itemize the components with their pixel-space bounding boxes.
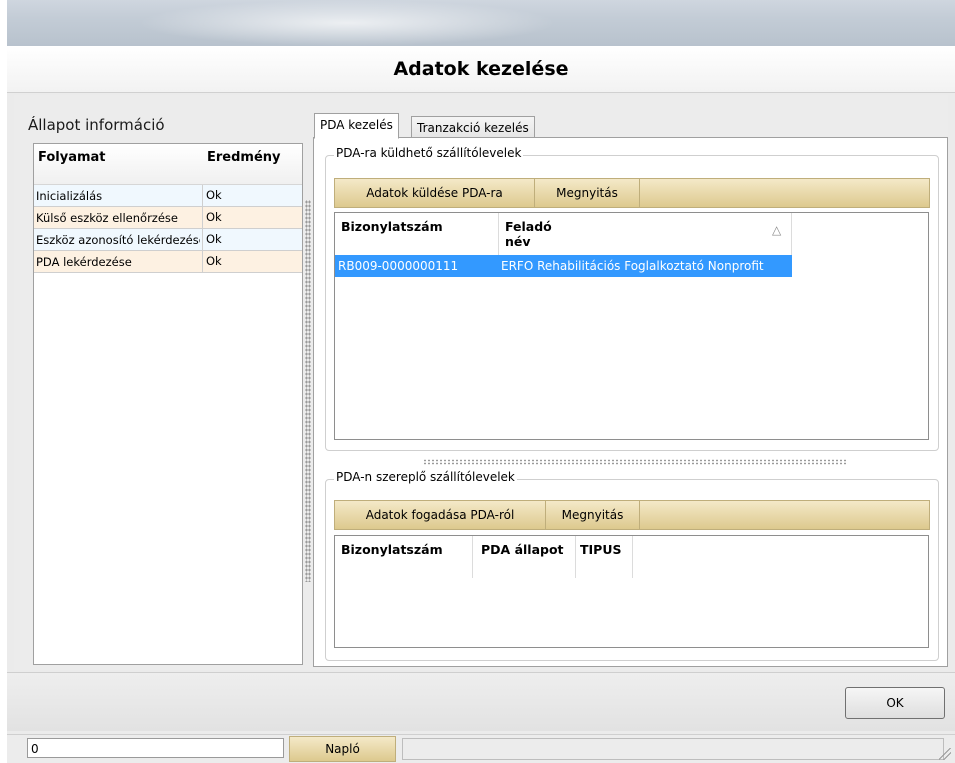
status-process: Inicializálás [36, 189, 103, 203]
resize-grip-icon[interactable] [939, 748, 951, 760]
status-message-field [402, 738, 944, 760]
status-process: PDA lekérdezése [36, 255, 132, 269]
dialog-title: Adatok kezelése [7, 46, 955, 93]
status-grid-header: Folyamat Eredmény [34, 144, 302, 185]
send-to-pda-button[interactable]: Adatok küldése PDA-ra [335, 179, 535, 207]
status-result: Ok [202, 229, 222, 250]
horizontal-splitter[interactable] [423, 459, 847, 465]
tab-pda-management[interactable]: PDA kezelés [314, 113, 399, 139]
status-row[interactable]: Külső eszköz ellenőrzése Ok [34, 207, 302, 229]
window-titlebar[interactable] [7, 0, 955, 46]
status-result: Ok [202, 251, 222, 272]
column-header-doc-number[interactable]: Bizonylatszám [341, 219, 443, 234]
send-group-legend: PDA-ra küldhető szállítólevelek [334, 146, 524, 160]
open-send-button[interactable]: Megnyitás [535, 179, 640, 207]
status-row[interactable]: PDA lekérdezése Ok [34, 251, 302, 273]
receive-from-pda-button[interactable]: Adatok fogadása PDA-ról [335, 501, 546, 529]
column-header-doc-number[interactable]: Bizonylatszám [341, 542, 443, 557]
receive-list-header: Bizonylatszám PDA állapot TIPUS [335, 536, 928, 578]
send-list-header: Bizonylatszám Feladó név △ [335, 213, 928, 255]
sender-name-cell: ERFO Rehabilitációs Foglalkoztató Nonpro… [501, 259, 764, 273]
status-row[interactable]: Inicializálás Ok [34, 185, 302, 207]
button-bar [7, 672, 955, 731]
status-result: Ok [202, 207, 222, 228]
receive-toolbar: Adatok fogadása PDA-ról Megnyitás [334, 500, 930, 530]
status-panel-title: Állapot információ [28, 116, 165, 134]
send-list[interactable]: Bizonylatszám Feladó név △ RB009-0000000… [334, 212, 929, 440]
status-process: Külső eszköz ellenőrzése [36, 211, 178, 225]
dialog-window: Adatok kezelése Állapot információ Folya… [7, 0, 955, 763]
status-value-field: 0 [27, 738, 284, 758]
column-header-type[interactable]: TIPUS [580, 542, 622, 557]
vertical-splitter[interactable] [305, 200, 311, 582]
table-row[interactable]: RB009-0000000111 ERFO Rehabilitációs Fog… [335, 255, 792, 277]
column-header-process[interactable]: Folyamat [38, 150, 106, 165]
log-button[interactable]: Napló [289, 736, 396, 762]
receive-list[interactable]: Bizonylatszám PDA állapot TIPUS [334, 535, 929, 648]
column-header-result[interactable]: Eredmény [207, 150, 281, 165]
sort-triangle-icon[interactable]: △ [772, 223, 781, 237]
status-grid[interactable]: Folyamat Eredmény Inicializálás Ok Külső… [33, 143, 303, 665]
receive-group-legend: PDA-n szereplő szállítólevelek [334, 470, 517, 484]
status-process: Eszköz azonosító lekérdezése [36, 233, 200, 247]
column-header-sender-name[interactable]: Feladó név [505, 219, 565, 249]
send-toolbar: Adatok küldése PDA-ra Megnyitás [334, 178, 930, 208]
column-header-pda-status[interactable]: PDA állapot [481, 542, 564, 557]
status-row[interactable]: Eszköz azonosító lekérdezése Ok [34, 229, 302, 251]
open-receive-button[interactable]: Megnyitás [546, 501, 640, 529]
status-result: Ok [202, 185, 222, 206]
doc-number-cell: RB009-0000000111 [338, 259, 459, 273]
ok-button[interactable]: OK [845, 687, 945, 719]
